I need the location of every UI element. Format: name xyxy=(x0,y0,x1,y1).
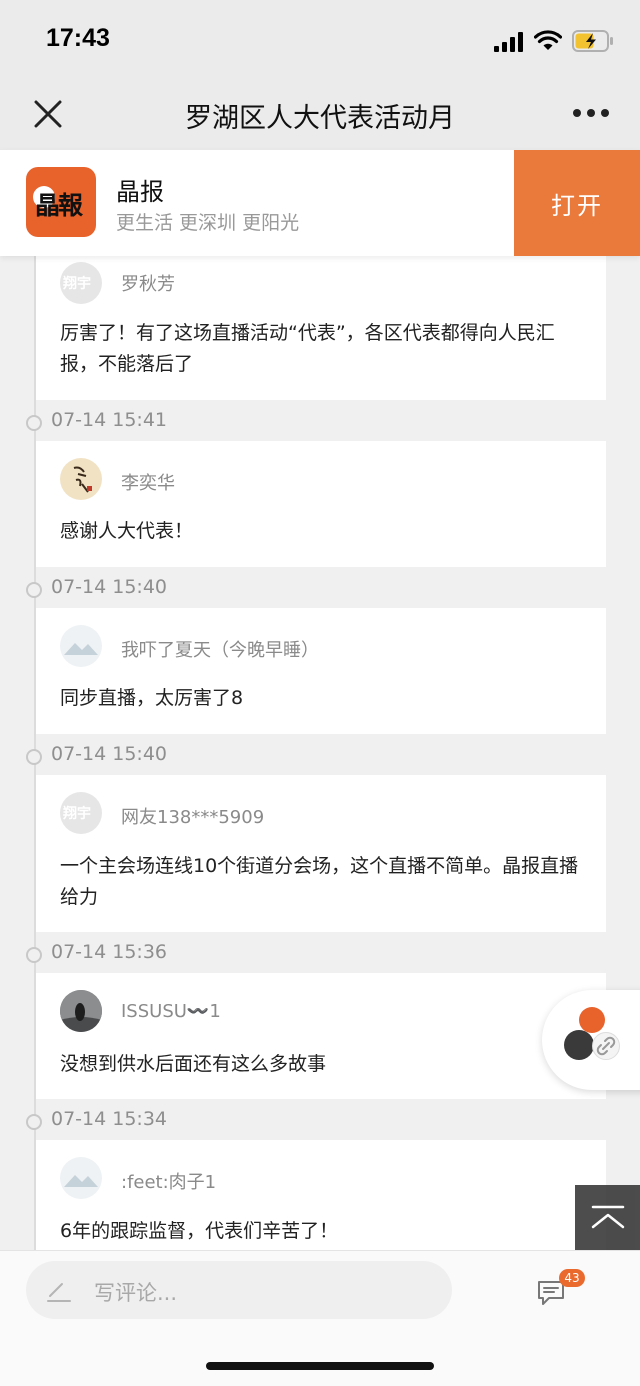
chevron-up-icon xyxy=(591,1205,625,1229)
share-avatar-bottom xyxy=(564,1030,594,1060)
app-banner: 晶報 晶报 更生活 更深圳 更阳光 打开 xyxy=(0,150,640,256)
timeline-dot xyxy=(26,582,42,598)
battery-charging-icon xyxy=(572,30,613,52)
comment-card: ISSUSU〰️1 没想到供水后面还有这么多故事 xyxy=(36,973,606,1099)
comment-username[interactable]: 李奕华 xyxy=(121,469,175,495)
timestamp: 07-14 15:40 xyxy=(51,743,168,765)
pencil-icon xyxy=(47,1283,71,1302)
scroll-to-top-button[interactable] xyxy=(575,1185,640,1250)
comment-card: 我吓了夏天（今晚早睡） 同步直播，太厉害了8 xyxy=(36,608,606,734)
avatar[interactable]: 翔宇 xyxy=(60,792,102,834)
app-slogan: 更生活 更深圳 更阳光 xyxy=(116,212,300,234)
comment-username[interactable]: :feet:肉子1 xyxy=(121,1168,216,1194)
wifi-icon xyxy=(534,30,562,50)
logo-text: 晶報 xyxy=(35,191,83,220)
link-icon xyxy=(592,1032,620,1060)
timeline-dot xyxy=(26,749,42,765)
comment-text: 一个主会场连线10个街道分会场，这个直播不简单。晶报直播给力 xyxy=(60,855,579,908)
open-app-button[interactable]: 打开 xyxy=(514,150,640,256)
share-avatar-top xyxy=(579,1007,605,1033)
signal-icon xyxy=(494,32,523,52)
comment-username[interactable]: 网友138***5909 xyxy=(121,803,264,829)
comment-username[interactable]: ISSUSU〰️1 xyxy=(121,1001,221,1022)
more-icon[interactable] xyxy=(572,108,610,118)
comment-text: 没想到供水后面还有这么多故事 xyxy=(60,1053,327,1075)
app-logo: 晶報 xyxy=(26,167,96,237)
avatar-text: 翔宇 xyxy=(63,806,91,822)
avatar[interactable] xyxy=(60,458,102,500)
comment-placeholder: 写评论... xyxy=(94,1281,178,1305)
avatar[interactable] xyxy=(60,1157,102,1199)
status-icons xyxy=(494,26,614,52)
mountain-avatar-graphic xyxy=(64,643,98,655)
comment-input[interactable]: 写评论... xyxy=(26,1261,452,1319)
comment-count-badge: 43 xyxy=(559,1269,585,1287)
comment-text: 6年的跟踪监督，代表们辛苦了！ xyxy=(60,1220,339,1242)
comments-button[interactable]: 43 xyxy=(535,1269,595,1313)
home-indicator[interactable] xyxy=(206,1362,434,1370)
timestamp: 07-14 15:40 xyxy=(51,576,168,598)
comment-text: 感谢人大代表！ xyxy=(60,520,194,542)
calligraphy-avatar-graphic xyxy=(73,466,92,493)
app-name: 晶报 xyxy=(116,178,164,206)
floating-share-button[interactable] xyxy=(542,990,640,1090)
timeline-dot xyxy=(26,415,42,431)
photo-avatar-graphic xyxy=(60,990,102,1032)
nav-bar: 罗湖区人大代表活动月 xyxy=(0,76,640,150)
mountain-avatar-graphic xyxy=(64,1175,98,1187)
comment-card: 李奕华 感谢人大代表！ xyxy=(36,441,606,567)
comment-username[interactable]: 罗秋芳 xyxy=(121,270,175,296)
timeline-dot xyxy=(26,1114,42,1130)
avatar[interactable]: 翔宇 xyxy=(60,262,102,304)
timeline-dot xyxy=(26,947,42,963)
timestamp: 07-14 15:41 xyxy=(51,409,168,431)
status-bar: 17:43 xyxy=(0,0,640,76)
comment-card: 翔宇 罗秋芳 厉害了！有了这场直播活动“代表”，各区代表都得向人民汇报，不能落后… xyxy=(36,256,606,400)
comment-feed[interactable]: 翔宇 罗秋芳 厉害了！有了这场直播活动“代表”，各区代表都得向人民汇报，不能落后… xyxy=(0,256,640,1250)
timestamp: 07-14 15:36 xyxy=(51,941,168,963)
status-time: 17:43 xyxy=(46,24,110,52)
comment-text: 同步直播，太厉害了8 xyxy=(60,687,244,709)
comment-text: 厉害了！有了这场直播活动“代表”，各区代表都得向人民汇报，不能落后了 xyxy=(60,322,555,375)
comment-username[interactable]: 我吓了夏天（今晚早睡） xyxy=(121,636,319,662)
comment-card: 翔宇 网友138***5909 一个主会场连线10个街道分会场，这个直播不简单。… xyxy=(36,775,606,932)
comment-card: :feet:肉子1 6年的跟踪监督，代表们辛苦了！ xyxy=(36,1140,606,1250)
avatar-text: 翔宇 xyxy=(63,276,91,292)
avatar[interactable] xyxy=(60,625,102,667)
page-title: 罗湖区人大代表活动月 xyxy=(185,103,455,134)
avatar[interactable] xyxy=(60,990,102,1032)
timestamp: 07-14 15:34 xyxy=(51,1108,168,1130)
